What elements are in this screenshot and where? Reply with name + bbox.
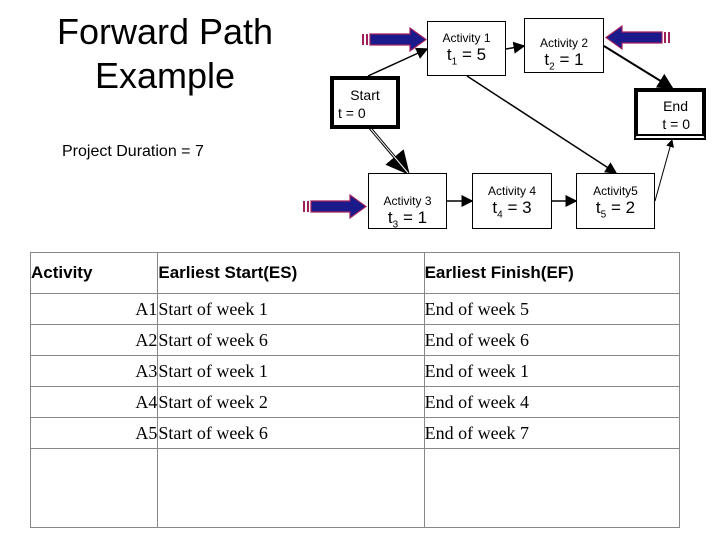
edge-a1-a2 [505,41,526,54]
cell-empty [423,448,681,528]
cell-ef: End of week 1 [423,355,681,387]
table-row: A5 Start of week 6 End of week 7 [29,417,681,449]
cell-ef: End of week 7 [423,417,681,449]
table-row: A3 Start of week 1 End of week 1 [29,355,681,387]
activity-1-duration: t1 = 5 [446,45,487,68]
cell-activity: A4 [29,386,159,418]
cell-activity: A5 [29,417,159,449]
activity-4-label: Activity 4 [487,184,536,198]
edge-a5-end [654,139,674,202]
start-label: Start [350,87,380,103]
header-earliest-finish: Earliest Finish(EF) [423,252,681,294]
cell-es: Start of week 1 [157,355,425,387]
header-earliest-start: Earliest Start(ES) [157,252,425,294]
cell-es: Start of week 6 [157,417,425,449]
start-time: t = 0 [338,105,366,121]
highlight-arrow-a2 [604,24,670,51]
cell-empty [157,448,425,528]
cell-es: Start of week 2 [157,386,425,418]
table-row: A4 Start of week 2 End of week 4 [29,386,681,418]
node-activity-3: Activity 3 t3 = 1 [368,173,447,231]
cell-es: Start of week 6 [157,324,425,356]
edge-a1-a5 [466,75,618,174]
table-row: A1 Start of week 1 End of week 5 [29,293,681,325]
end-label: End [663,98,688,114]
node-activity-4: Activity 4 t4 = 3 [472,173,552,229]
activity-5-label: Activity5 [593,184,638,198]
cell-ef: End of week 5 [423,293,681,325]
cell-ef: End of week 4 [423,386,681,418]
table-row: A2 Start of week 6 End of week 6 [29,324,681,356]
activity-5-duration: t5 = 2 [595,198,636,221]
cell-activity: A1 [29,293,159,325]
node-start: Start t = 0 [330,76,400,129]
schedule-table: Activity Earliest Start(ES) Earliest Fin… [29,252,681,528]
header-activity: Activity [29,252,159,294]
activity-1-label: Activity 1 [442,31,491,45]
activity-4-duration: t4 = 3 [492,198,532,221]
end-time: t = 0 [662,116,690,132]
table-row-empty [29,448,681,528]
table-header-row: Activity Earliest Start(ES) Earliest Fin… [29,252,681,294]
node-activity-5: Activity5 t5 = 2 [576,173,655,229]
node-activity-1: Activity 1 t1 = 5 [427,21,506,76]
node-end: End t = 0 [634,88,706,140]
cell-activity: A3 [29,355,159,387]
cell-activity: A2 [29,324,159,356]
activity-3-label: Activity 3 [383,194,432,208]
highlight-arrow-a1 [362,26,428,53]
activity-2-label: Activity 2 [539,36,588,50]
node-activity-2: Activity 2 t2 = 1 [524,18,604,73]
cell-empty [29,448,159,528]
edge-a2-end [603,45,674,90]
cell-es: Start of week 1 [157,293,425,325]
edge-start-a1 [367,47,429,77]
highlight-arrow-a3 [303,193,368,220]
activity-2-duration: t2 = 1 [544,50,584,73]
activity-3-duration: t3 = 1 [387,208,428,231]
cell-ef: End of week 6 [423,324,681,356]
